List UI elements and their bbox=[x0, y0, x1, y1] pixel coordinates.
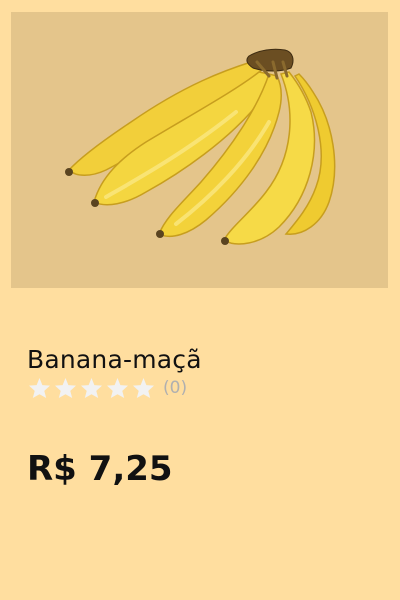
product-card[interactable]: Banana-maçã (0) R$ 7,25 bbox=[0, 0, 400, 600]
product-price: R$ 7,25 bbox=[27, 449, 173, 489]
star-icon bbox=[106, 377, 129, 399]
star-icon bbox=[28, 377, 51, 399]
product-name[interactable]: Banana-maçã bbox=[27, 343, 202, 377]
rating: (0) bbox=[28, 377, 187, 399]
star-icon bbox=[132, 377, 155, 399]
banana-bunch-icon bbox=[65, 48, 336, 245]
product-image[interactable] bbox=[11, 12, 388, 288]
rating-count: (0) bbox=[163, 378, 188, 398]
star-icon bbox=[54, 377, 77, 399]
star-icon bbox=[80, 377, 103, 399]
